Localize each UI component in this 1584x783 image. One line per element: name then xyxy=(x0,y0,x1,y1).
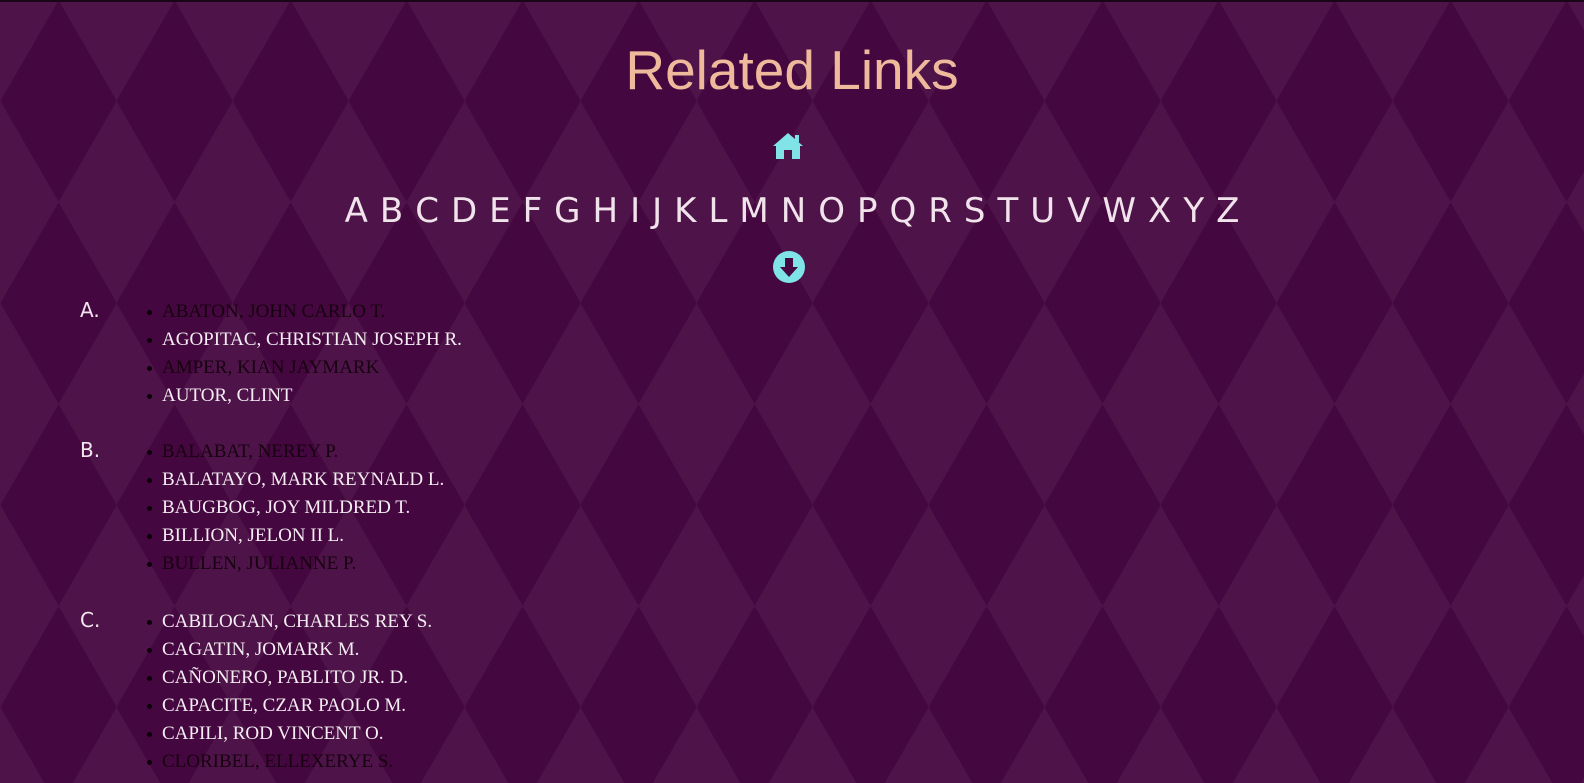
list-item: CAGATIN, JOMARK M. xyxy=(146,636,432,664)
list-item: CLORIBEL, ELLEXERYE S. xyxy=(146,748,432,776)
list-item: AUTOR, CLINT xyxy=(147,382,462,410)
student-link[interactable]: CAPILI, ROD VINCENT O. xyxy=(162,723,384,744)
arrow-circle-down-icon[interactable] xyxy=(772,250,806,284)
alphabet-link-p[interactable]: P xyxy=(857,188,878,234)
alphabet-link-g[interactable]: G xyxy=(554,188,580,234)
student-link[interactable]: BALATAYO, MARK REYNALD L. xyxy=(162,469,444,490)
student-link[interactable]: AUTOR, CLINT xyxy=(162,385,293,406)
alphabet-link-t[interactable]: T xyxy=(997,188,1018,234)
list-item: CAPACITE, CZAR PAOLO M. xyxy=(146,692,432,720)
student-link[interactable]: CABILOGAN, CHARLES REY S. xyxy=(162,611,432,632)
alphabet-link-w[interactable]: W xyxy=(1102,188,1136,234)
alphabet-link-b[interactable]: B xyxy=(380,188,403,234)
alphabet-link-h[interactable]: H xyxy=(593,188,619,234)
page-title: Related Links xyxy=(625,39,959,101)
list-item: BALABAT, NEREY P. xyxy=(146,438,444,466)
alphabet-link-a[interactable]: A xyxy=(345,188,368,234)
section-letter: C. xyxy=(80,608,101,632)
list-item: AMPER, KIAN JAYMARK xyxy=(147,354,462,382)
student-link[interactable]: CLORIBEL, ELLEXERYE S. xyxy=(162,751,393,772)
home-icon[interactable] xyxy=(771,130,805,162)
list-item: BILLION, JELON II L. xyxy=(146,522,444,550)
alphabet-link-f[interactable]: F xyxy=(523,188,543,234)
list-item: CABILOGAN, CHARLES REY S. xyxy=(146,608,432,636)
list-item: CAÑONERO, PABLITO JR. D. xyxy=(146,664,432,692)
student-link[interactable]: BULLEN, JULIANNE P. xyxy=(162,553,356,574)
alphabet-link-v[interactable]: V xyxy=(1067,188,1090,234)
alphabet-link-k[interactable]: K xyxy=(674,188,696,234)
alphabet-link-y[interactable]: Y xyxy=(1183,188,1204,234)
list-item: BULLEN, JULIANNE P. xyxy=(146,550,444,578)
student-link[interactable]: AGOPITAC, CHRISTIAN JOSEPH R. xyxy=(162,329,462,350)
list-item: BAUGBOG, JOY MILDRED T. xyxy=(146,494,444,522)
student-link[interactable]: ABATON, JOHN CARLO T. xyxy=(162,301,385,322)
alphabet-link-j[interactable]: J xyxy=(652,188,662,234)
alphabet-link-d[interactable]: D xyxy=(451,188,477,234)
top-border xyxy=(0,0,1584,2)
alphabet-link-u[interactable]: U xyxy=(1030,188,1055,234)
student-link[interactable]: CAGATIN, JOMARK M. xyxy=(162,639,359,660)
alphabet-link-x[interactable]: X xyxy=(1148,188,1171,234)
list-item: ABATON, JOHN CARLO T. xyxy=(147,298,462,326)
name-list: CABILOGAN, CHARLES REY S. CAGATIN, JOMARK… xyxy=(146,608,432,776)
alphabet-link-s[interactable]: S xyxy=(964,188,986,234)
student-link[interactable]: CAÑONERO, PABLITO JR. D. xyxy=(162,667,408,688)
alphabet-link-o[interactable]: O xyxy=(818,188,845,234)
list-item: AGOPITAC, CHRISTIAN JOSEPH R. xyxy=(147,326,462,354)
section-letter: B. xyxy=(80,438,101,462)
student-link[interactable]: BALABAT, NEREY P. xyxy=(162,441,338,462)
student-link[interactable]: BAUGBOG, JOY MILDRED T. xyxy=(162,497,410,518)
alphabet-link-n[interactable]: N xyxy=(781,188,806,234)
alphabet-link-z[interactable]: Z xyxy=(1216,188,1239,234)
student-link[interactable]: CAPACITE, CZAR PAOLO M. xyxy=(162,695,406,716)
alphabet-nav: ABCDEFGHIJKLMNOPQRSTUVWXYZ xyxy=(0,188,1584,234)
name-list: BALABAT, NEREY P. BALATAYO, MARK REYNALD … xyxy=(146,438,444,578)
alphabet-link-m[interactable]: M xyxy=(739,188,768,234)
alphabet-link-r[interactable]: R xyxy=(928,188,952,234)
student-link[interactable]: AMPER, KIAN JAYMARK xyxy=(162,357,379,378)
list-item: BALATAYO, MARK REYNALD L. xyxy=(146,466,444,494)
list-item: CAPILI, ROD VINCENT O. xyxy=(146,720,432,748)
name-list: ABATON, JOHN CARLO T. AGOPITAC, CHRISTIAN… xyxy=(147,298,462,410)
alphabet-link-c[interactable]: C xyxy=(415,188,439,234)
student-link[interactable]: BILLION, JELON II L. xyxy=(162,525,344,546)
alphabet-link-l[interactable]: L xyxy=(708,188,727,234)
alphabet-link-i[interactable]: I xyxy=(630,188,640,234)
alphabet-link-q[interactable]: Q xyxy=(889,188,916,234)
section-letter: A. xyxy=(80,298,100,322)
alphabet-link-e[interactable]: E xyxy=(489,188,510,234)
